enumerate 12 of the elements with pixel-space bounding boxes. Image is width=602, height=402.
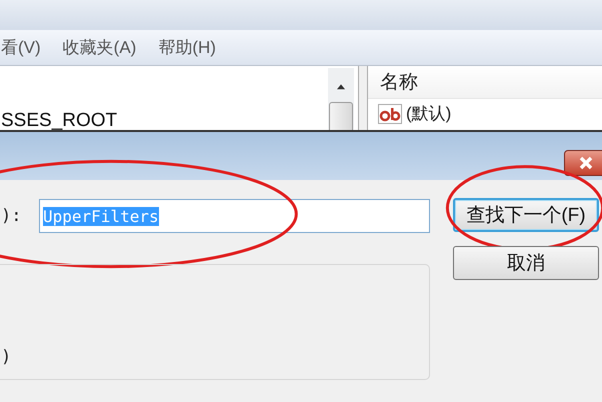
menu-item[interactable]: 帮助(H) xyxy=(158,36,238,59)
dialog-button[interactable]: 查找下一个(F) xyxy=(453,198,599,232)
string-value-icon xyxy=(378,104,402,124)
close-icon xyxy=(578,156,594,170)
option-label: ) xyxy=(1,347,12,367)
field-label: ): xyxy=(1,206,22,226)
close-button[interactable] xyxy=(564,150,602,176)
value-name[interactable]: (默认) xyxy=(406,102,452,125)
menu-item[interactable]: 看(V) xyxy=(1,36,63,59)
tree-item[interactable]: SSES_ROOT xyxy=(1,110,118,132)
dialog-button[interactable]: 取消 xyxy=(453,246,599,280)
menu-item[interactable]: 收藏夹(A) xyxy=(62,36,158,59)
